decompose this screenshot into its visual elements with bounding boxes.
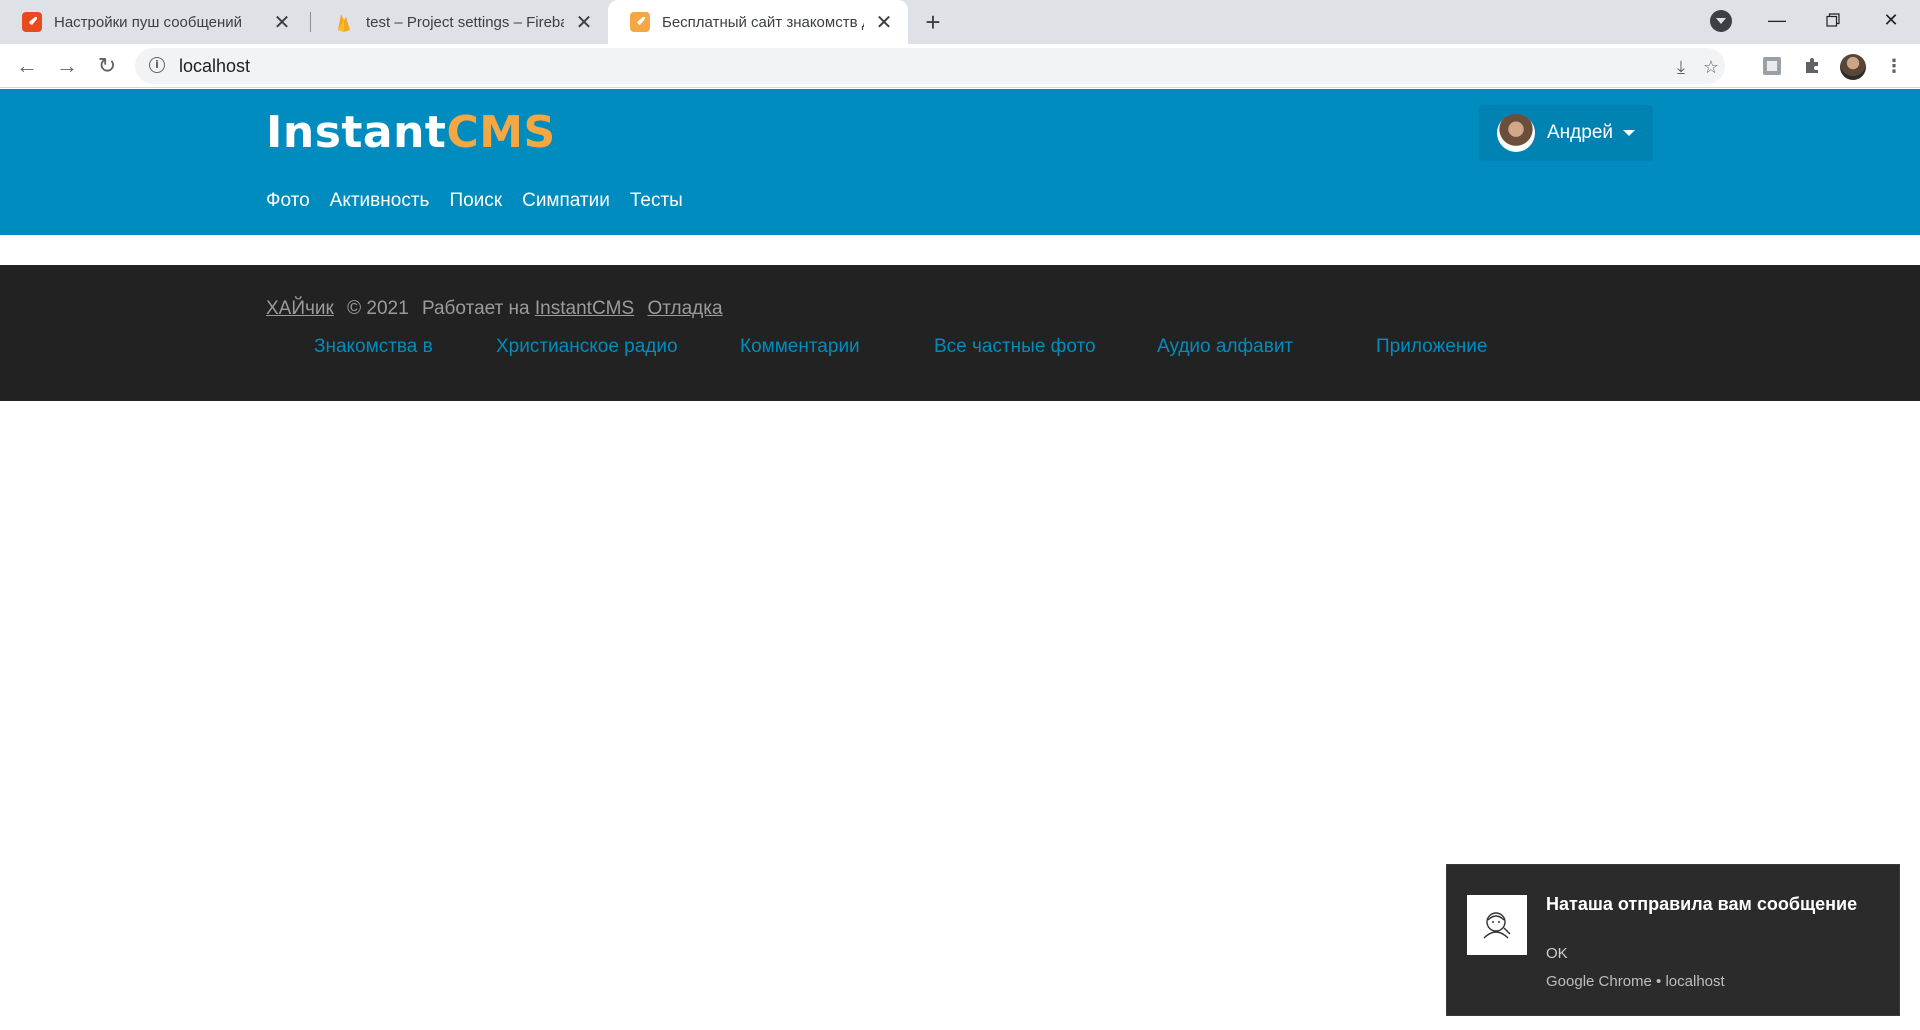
debug-link[interactable]: Отладка [647, 298, 722, 319]
site-info-icon[interactable]: i [149, 57, 165, 73]
restore-icon[interactable] [1805, 0, 1861, 40]
url-text: localhost [179, 56, 251, 76]
site-footer: ХАЙчик © 2021 Работает на InstantCMS Отл… [0, 265, 1920, 401]
copyright-line: ХАЙчик © 2021 Работает на InstantCMS Отл… [266, 298, 723, 320]
close-window-icon[interactable]: ✕ [1863, 0, 1919, 40]
rocket-icon [630, 12, 650, 32]
rocket-icon [22, 12, 42, 32]
user-name: Андрей [1547, 122, 1613, 143]
close-tab-icon[interactable]: ✕ [572, 10, 596, 34]
firebase-icon [334, 12, 354, 32]
nav-item-likes[interactable]: Симпатии [522, 190, 610, 212]
footer-link-radio[interactable]: Христианское радио [496, 336, 678, 358]
kebab-menu-icon[interactable]: ⋮ [1882, 54, 1906, 78]
nav-item-search[interactable]: Поиск [449, 190, 502, 212]
forward-icon[interactable]: → [52, 51, 82, 81]
nav-item-photos[interactable]: Фото [266, 190, 310, 212]
minimize-icon[interactable]: — [1749, 0, 1805, 40]
user-menu-button[interactable]: Андрей [1479, 105, 1653, 161]
tab-title: Настройки пуш сообщений [54, 13, 243, 31]
close-tab-icon[interactable]: ✕ [270, 10, 294, 34]
footer-link-dating[interactable]: Знакомства в [314, 336, 433, 358]
caret-down-icon [1623, 130, 1635, 136]
tab-title: Бесплатный сайт знакомств для [662, 13, 864, 31]
install-app-icon[interactable]: ⤓ [1670, 56, 1692, 78]
bookmark-star-icon[interactable]: ☆ [1700, 56, 1722, 78]
site-logo[interactable]: InstantCMS [266, 107, 556, 158]
powered-by-text: Работает на [421, 298, 530, 319]
footer-link-private-photos[interactable]: Все частные фото [934, 336, 1096, 358]
browser-tab[interactable]: Настройки пуш сообщений ✕ [0, 0, 306, 44]
user-avatar [1497, 114, 1535, 152]
tab-search-icon[interactable] [1710, 10, 1732, 32]
extension-icon[interactable] [1760, 54, 1784, 78]
main-nav: Фото Активность Поиск Симпатии Тесты [266, 190, 703, 212]
browser-tab-strip: Настройки пуш сообщений ✕ test – Project… [0, 0, 1920, 44]
footer-link-app[interactable]: Приложение [1376, 336, 1487, 358]
browser-tab-active[interactable]: Бесплатный сайт знакомств для ✕ [608, 0, 908, 44]
back-icon[interactable]: ← [12, 51, 42, 81]
notification-title: Наташа отправила вам сообщение [1546, 894, 1858, 914]
extensions-puzzle-icon[interactable] [1800, 54, 1824, 78]
address-bar[interactable]: i localhost ⤓ ☆ [135, 48, 1725, 84]
profile-avatar[interactable] [1840, 54, 1866, 80]
reload-icon[interactable]: ↻ [92, 51, 122, 81]
site-header: InstantCMS Андрей Фото Активность Поиск … [0, 89, 1920, 235]
push-notification-toast[interactable]: Наташа отправила вам сообщение OK Google… [1446, 864, 1900, 1016]
notification-message: OK [1546, 945, 1568, 962]
notification-app-icon [1467, 895, 1527, 955]
nav-item-activity[interactable]: Активность [330, 190, 430, 212]
browser-tab[interactable]: test – Project settings – Firebase ✕ [312, 0, 608, 44]
instantcms-link[interactable]: InstantCMS [535, 298, 634, 319]
notification-source: Google Chrome • localhost [1546, 973, 1725, 990]
browser-toolbar: ← → ↻ i localhost ⤓ ☆ ⋮ [0, 44, 1920, 88]
nav-item-tests[interactable]: Тесты [630, 190, 683, 212]
site-name-link[interactable]: ХАЙчик [266, 298, 334, 319]
logo-text-cms: CMS [446, 107, 556, 158]
footer-link-audio-alphabet[interactable]: Аудио алфавит [1157, 336, 1293, 358]
logo-text-instant: Instant [266, 107, 447, 158]
new-tab-button[interactable]: + [918, 7, 948, 37]
footer-link-comments[interactable]: Комментарии [740, 336, 860, 358]
copyright-text: © 2021 [347, 298, 409, 319]
tab-separator [310, 12, 311, 32]
close-tab-icon[interactable]: ✕ [872, 10, 896, 34]
tab-title: test – Project settings – Firebase [366, 13, 564, 31]
